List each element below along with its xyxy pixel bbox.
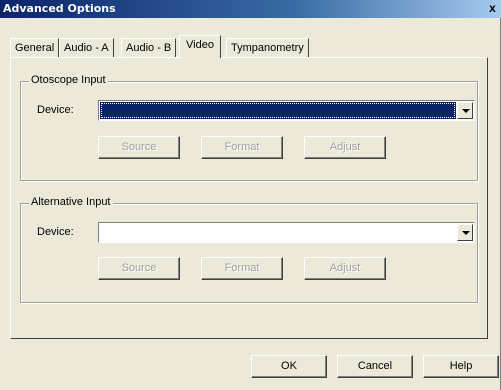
title-bar[interactable]: Advanced Options x — [0, 0, 501, 18]
otoscope-source-button[interactable]: Source — [98, 136, 180, 159]
tab-tympanometry[interactable]: Tympanometry — [226, 38, 309, 57]
close-icon[interactable]: x — [486, 2, 499, 15]
chevron-down-icon[interactable] — [457, 224, 473, 241]
otoscope-adjust-button[interactable]: Adjust — [304, 136, 386, 159]
help-button[interactable]: Help — [423, 355, 499, 378]
tab-general[interactable]: General — [10, 38, 60, 57]
window-title: Advanced Options — [3, 2, 116, 15]
otoscope-input-group: Otoscope Input Device: Source Format Adj… — [20, 74, 478, 181]
alternative-device-select[interactable] — [98, 222, 475, 243]
tab-video[interactable]: Video — [179, 35, 221, 58]
alternative-input-group: Alternative Input Device: Source Format … — [20, 196, 478, 303]
advanced-options-dialog: Advanced Options x General Audio - A Aud… — [0, 0, 501, 390]
tab-audio-b[interactable]: Audio - B — [121, 38, 177, 57]
alternative-group-label: Alternative Input — [29, 196, 113, 208]
alternative-format-button[interactable]: Format — [201, 257, 283, 280]
cancel-button[interactable]: Cancel — [337, 355, 413, 378]
otoscope-device-value — [100, 102, 456, 119]
otoscope-group-label: Otoscope Input — [29, 74, 108, 86]
alternative-device-value — [100, 224, 456, 241]
alternative-source-button[interactable]: Source — [98, 257, 180, 280]
otoscope-device-select[interactable] — [98, 100, 475, 121]
alternative-device-label: Device: — [37, 226, 74, 238]
chevron-down-icon[interactable] — [457, 102, 473, 119]
alternative-adjust-button[interactable]: Adjust — [304, 257, 386, 280]
ok-button[interactable]: OK — [251, 355, 327, 378]
tab-audio-a[interactable]: Audio - A — [59, 38, 114, 57]
otoscope-format-button[interactable]: Format — [201, 136, 283, 159]
otoscope-device-label: Device: — [37, 104, 74, 116]
